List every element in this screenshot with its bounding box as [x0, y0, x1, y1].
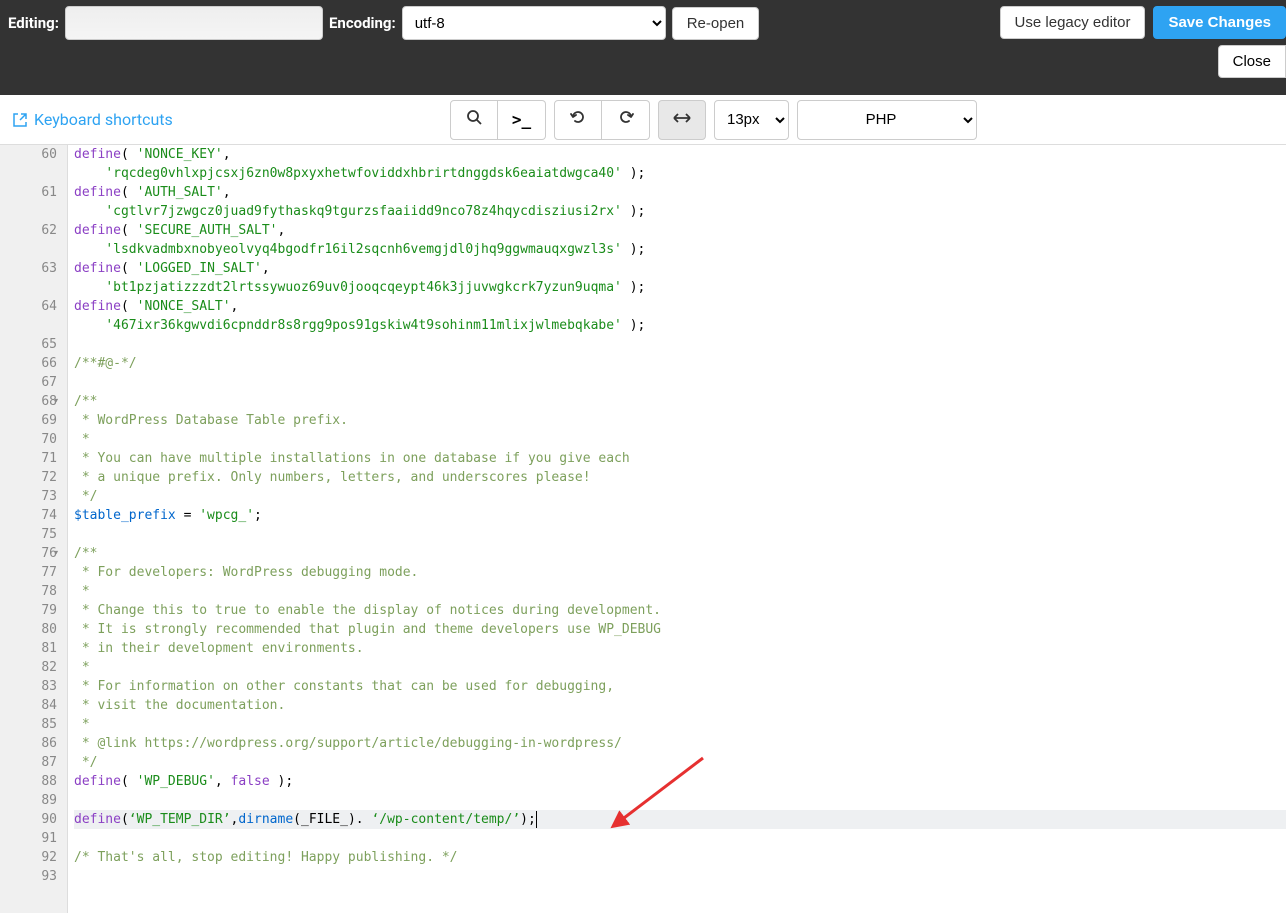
editor-header: Editing: Encoding: utf-8 Re-open Use leg…: [0, 0, 1286, 95]
language-select[interactable]: PHP: [797, 100, 977, 140]
legacy-editor-button[interactable]: Use legacy editor: [1000, 6, 1146, 39]
reopen-button[interactable]: Re-open: [672, 7, 760, 40]
encoding-select[interactable]: utf-8: [402, 6, 666, 40]
close-button[interactable]: Close: [1218, 45, 1286, 78]
line-gutter: 6061626364656667686970717273747576777879…: [0, 145, 68, 913]
encoding-label: Encoding:: [329, 14, 396, 32]
search-button[interactable]: [450, 100, 498, 140]
font-size-select[interactable]: 13px: [714, 100, 789, 140]
code-content[interactable]: define( 'NONCE_KEY', 'rqcdeg0vhlxpjcsxj6…: [68, 145, 1286, 913]
terminal-icon: >_: [512, 110, 531, 129]
undo-button[interactable]: [554, 100, 602, 140]
save-changes-button[interactable]: Save Changes: [1153, 6, 1286, 39]
redo-button[interactable]: [602, 100, 650, 140]
external-link-icon: [12, 112, 28, 128]
filename-input[interactable]: [65, 6, 323, 40]
undo-icon: [570, 109, 586, 130]
search-icon: [466, 109, 482, 130]
code-editor[interactable]: 6061626364656667686970717273747576777879…: [0, 145, 1286, 913]
terminal-button[interactable]: >_: [498, 100, 546, 140]
wrap-toggle-button[interactable]: [658, 100, 706, 140]
redo-icon: [618, 109, 634, 130]
editing-label: Editing:: [8, 14, 59, 32]
keyboard-shortcuts-link[interactable]: Keyboard shortcuts: [12, 110, 173, 129]
editor-toolbar: Keyboard shortcuts >_ 13px PHP: [0, 95, 1286, 145]
wrap-icon: [673, 111, 691, 129]
keyboard-shortcuts-label: Keyboard shortcuts: [34, 110, 173, 129]
